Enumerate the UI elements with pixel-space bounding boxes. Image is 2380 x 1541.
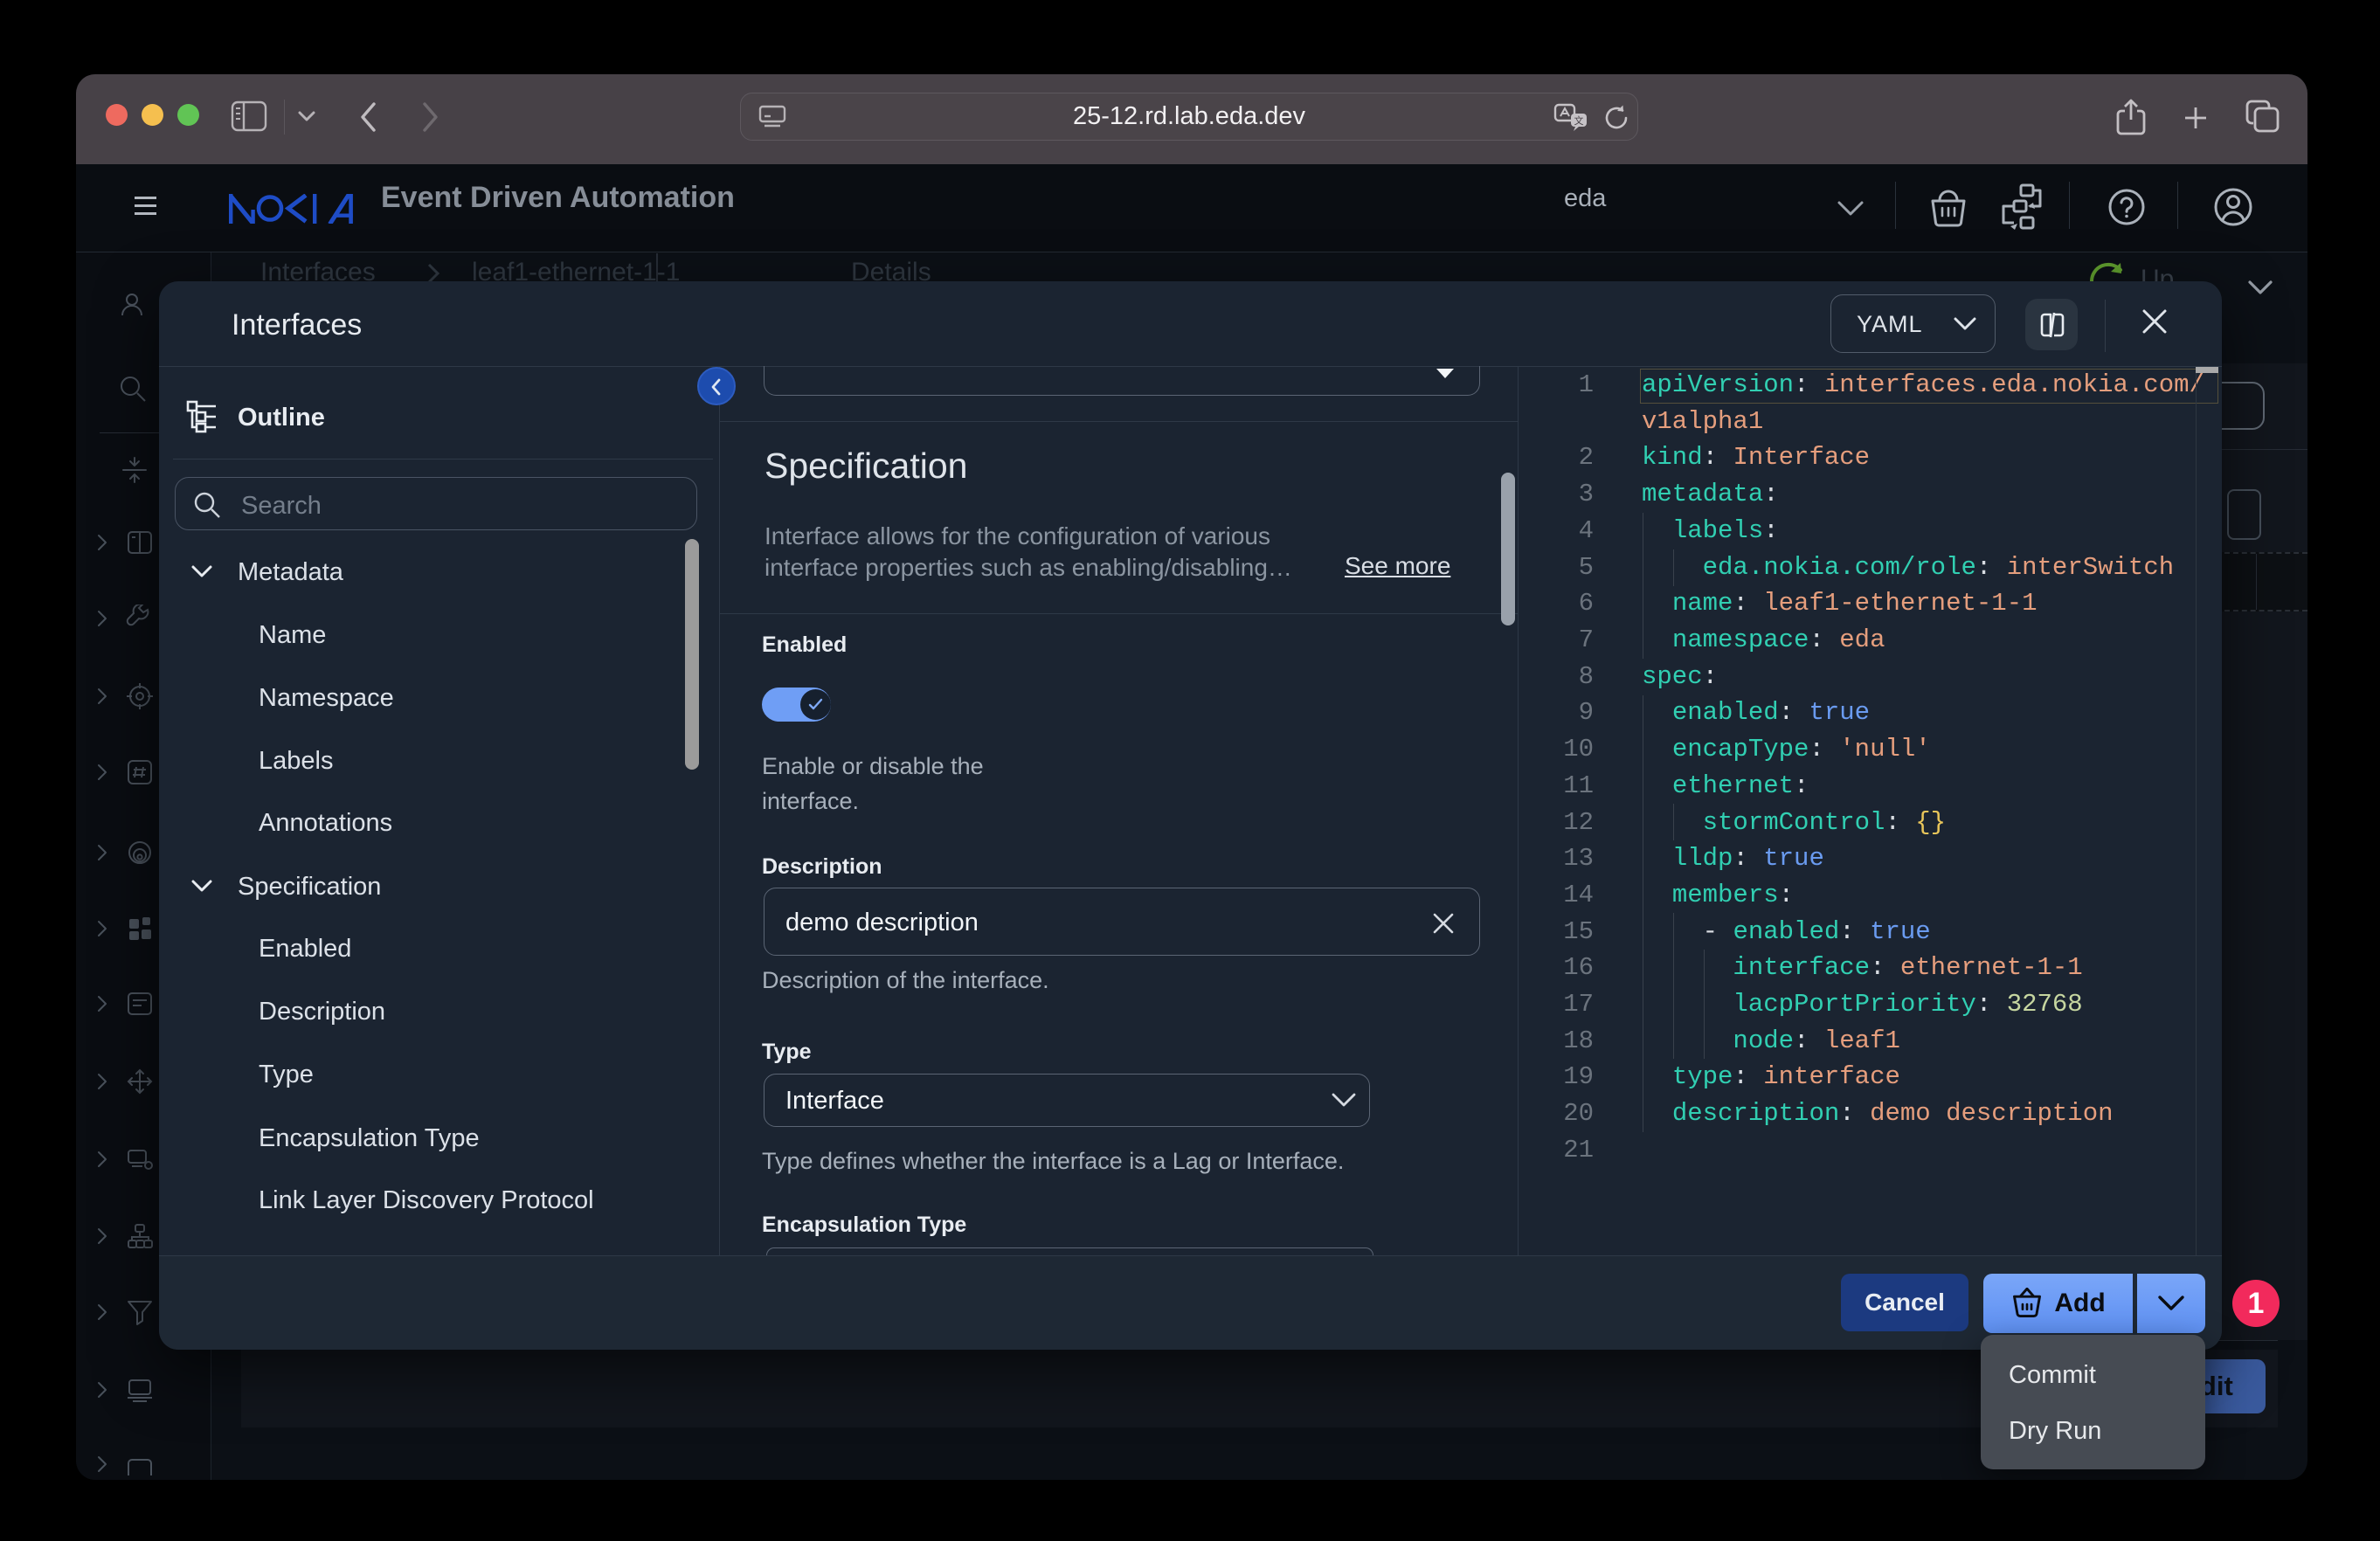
svg-text:文: 文 <box>1574 114 1584 127</box>
